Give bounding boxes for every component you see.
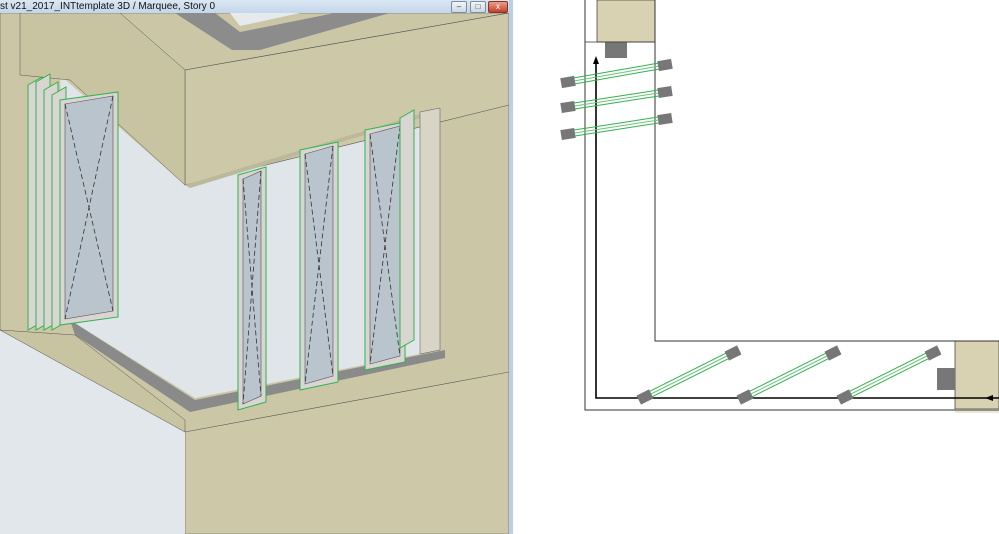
title-bar[interactable]: st v21_2017_INTtemplate 3D / Marquee, St… <box>0 0 509 13</box>
3d-viewport[interactable] <box>0 13 509 534</box>
window-panel <box>399 109 415 349</box>
window-panel <box>59 91 119 326</box>
minimize-button[interactable]: – <box>451 1 467 13</box>
plan-view[interactable] <box>513 0 999 534</box>
window-title: st v21_2017_INTtemplate 3D / Marquee, St… <box>0 1 216 12</box>
close-button[interactable]: x <box>488 1 508 13</box>
3d-window: st v21_2017_INTtemplate 3D / Marquee, St… <box>0 0 513 534</box>
wall-segment-top <box>596 0 656 43</box>
column-top <box>605 42 627 58</box>
maximize-button[interactable]: □ <box>470 1 486 13</box>
window-panel <box>364 121 406 371</box>
window-panel <box>299 141 339 391</box>
jamb <box>419 107 441 355</box>
plan-background <box>513 0 999 534</box>
column-right <box>937 368 955 390</box>
window-panel <box>237 166 267 411</box>
